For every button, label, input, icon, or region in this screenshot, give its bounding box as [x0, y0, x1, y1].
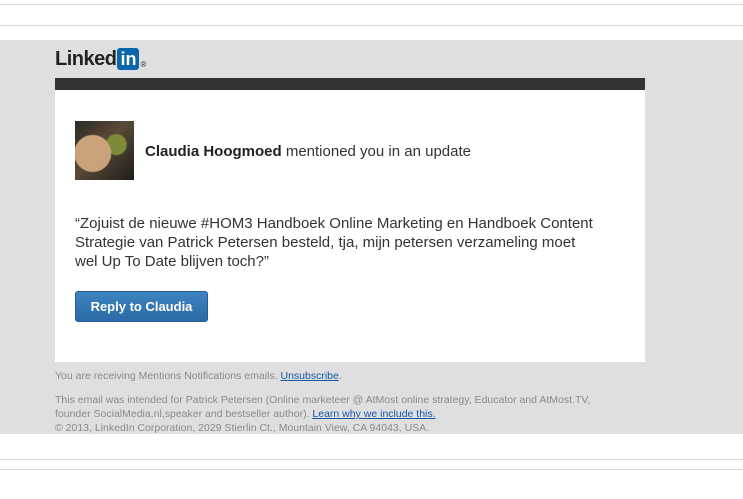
top-divider-2	[0, 25, 743, 26]
mention-line: Claudia Hoogmoed mentioned you in an upd…	[145, 143, 471, 160]
logo-text: Linked	[55, 47, 117, 70]
update-quote: “Zojuist de nieuwe #HOM3 Handboek Online…	[75, 215, 593, 270]
sender-avatar[interactable]	[75, 121, 134, 180]
bottom-divider-1	[0, 459, 743, 460]
copyright-text: © 2013, LinkedIn Corporation, 2029 Stier…	[55, 422, 430, 434]
linkedin-logo: Linked in ®	[55, 47, 146, 71]
logo-in-badge: in	[117, 48, 140, 70]
receiving-period: .	[338, 370, 342, 382]
logo-registered-mark: ®	[140, 59, 147, 69]
sender-name[interactable]: Claudia Hoogmoed	[145, 143, 282, 160]
receiving-text: You are receiving Mentions Notifications…	[55, 370, 281, 382]
bottom-divider-2	[0, 469, 743, 470]
reply-button[interactable]: Reply to Claudia	[75, 291, 208, 322]
intended-notice: This email was intended for Patrick Pete…	[55, 393, 615, 421]
mention-action: mentioned you in an update	[281, 143, 471, 160]
card-header-bar	[55, 78, 645, 90]
top-divider-1	[0, 4, 743, 5]
learn-why-link[interactable]: Learn why we include this.	[312, 408, 435, 420]
receiving-notice: You are receiving Mentions Notifications…	[55, 369, 635, 383]
update-card: Claudia Hoogmoed mentioned you in an upd…	[55, 90, 645, 362]
unsubscribe-link[interactable]: Unsubscribe	[280, 370, 338, 382]
